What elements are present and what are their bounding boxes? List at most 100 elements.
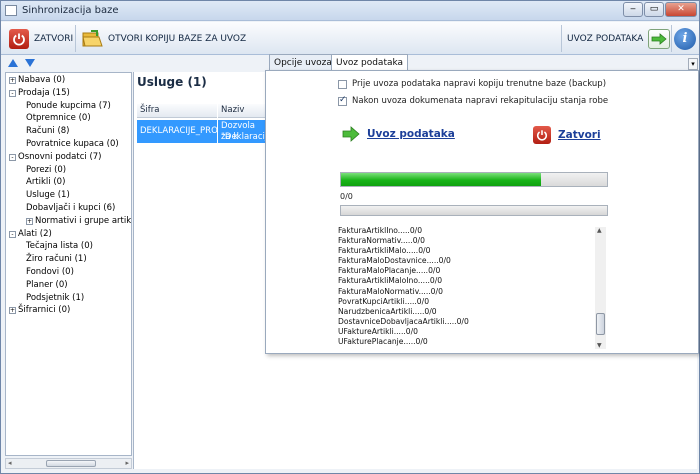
recap-checkbox[interactable]: Nakon uvoza dokumenata napravi rekapitul… [338, 95, 609, 106]
tree-item-label: Povratnice kupaca (0) [26, 139, 119, 149]
close-button[interactable]: ZATVORI [9, 26, 73, 51]
recap-checkbox-box[interactable] [338, 95, 347, 106]
close-window-button[interactable]: ✕ [665, 2, 697, 17]
tree-item-label: Artikli (0) [26, 177, 66, 188]
tree-item-label: Žiro računi (1) [26, 254, 87, 265]
info-button[interactable]: i [674, 26, 696, 51]
tree-item[interactable]: Fondovi (0) [26, 267, 74, 277]
collapse-icon[interactable]: - [9, 230, 16, 238]
tree-item-label: Osnovni podatci (7) [18, 151, 102, 162]
folder-open-icon [81, 29, 103, 49]
import-data-toolbar-button[interactable]: UVOZ PODATAKA ▾ [567, 26, 679, 51]
main-progress-bar [340, 172, 608, 187]
log-line: FakturaArtiklIno.....0/0 [338, 226, 423, 235]
table-cell-sifra[interactable]: DEKLARACIJE_PRO [137, 120, 217, 143]
toolbar: ZATVORI OTVORI KOPIJU BAZE ZA UVOZ UVOZ … [1, 22, 699, 55]
navigation-tree: + Nabava (0) - Prodaja (15) Ponude kupcima (… [5, 72, 132, 456]
tree-item-label: Ponude kupcima (7) [26, 100, 111, 111]
tree-item-label: Računi (8) [26, 126, 70, 137]
dialog-close-label: Zatvori [558, 129, 601, 141]
tree-item[interactable]: +Normativi i grupe artikala (0) [26, 215, 132, 226]
info-icon: i [674, 27, 696, 50]
tree-item-label: Tečajna lista (0) [26, 241, 93, 252]
tab-import-options[interactable]: Opcije uvoza [269, 54, 337, 71]
backup-checkbox-label: Prije uvoza podataka napravi kopiju tren… [352, 79, 607, 89]
tree-item-label: Nabava (0) [18, 75, 66, 85]
tree-item[interactable]: Računi (8) [26, 126, 69, 136]
tree-item[interactable]: Ponude kupcima (7) [26, 101, 111, 111]
table-cell-naziv[interactable]: Dozvola za k "Deklaracije [218, 120, 266, 143]
tree-item[interactable]: Podsjetnik (1) [26, 293, 84, 303]
toolbar-separator [75, 25, 76, 52]
tree-item[interactable]: Otpremnice (0) [26, 113, 91, 123]
scroll-down-icon[interactable]: ▼ [597, 342, 602, 349]
expand-icon[interactable]: + [9, 307, 16, 315]
tree-item[interactable]: - Prodaja (15) [9, 88, 70, 98]
tree-item[interactable]: Porezi (0) [26, 165, 66, 175]
title-bar: Sinhronizacija baze ‒ ▭ ✕ [1, 1, 699, 21]
dialog-close-button[interactable]: Zatvori [533, 126, 601, 144]
tree-item-label: Podsjetnik (1) [26, 292, 85, 303]
scroll-thumb[interactable] [596, 313, 605, 335]
tree-item[interactable]: Planer (0) [26, 280, 68, 290]
log-vertical-scrollbar[interactable]: ▲ ▼ [595, 227, 606, 349]
arrow-down-icon[interactable] [25, 59, 35, 67]
column-header-sifra[interactable]: Šifra [137, 104, 217, 118]
tree-item-label: Dobavljači i kupci (6) [26, 203, 116, 213]
log-line: PovratDobavljaciArtikli.....0/0 [338, 347, 608, 348]
scroll-up-icon[interactable]: ▲ [597, 227, 602, 234]
table-cell-naziv-line1: Dozvola za k [221, 121, 256, 142]
import-dialog: Opcije uvoza Uvoz podataka Prije uvoza p… [265, 54, 699, 354]
log-line: FakturaMaloDostavnice.....0/0 [338, 256, 451, 266]
progress-ratio: 0/0 [340, 192, 353, 201]
open-copy-button[interactable]: OTVORI KOPIJU BAZE ZA UVOZ [81, 26, 246, 51]
tree-item[interactable]: Dobavljači i kupci (6) [26, 203, 115, 213]
tree-item[interactable]: - Alati (2) [9, 229, 52, 239]
import-arrow-icon [648, 28, 671, 49]
tree-item-label: Porezi (0) [26, 164, 67, 175]
tree-horizontal-scrollbar[interactable]: ◂ ▸ [5, 458, 132, 469]
app-icon [5, 5, 17, 16]
minimize-button[interactable]: ‒ [623, 2, 643, 17]
tree-item-label: Šifrarnici (0) [18, 305, 71, 316]
toolbar-separator [671, 25, 672, 52]
log-line: NarudzbenicaArtikli.....0/0 [338, 306, 437, 316]
backup-checkbox[interactable]: Prije uvoza podataka napravi kopiju tren… [338, 79, 606, 89]
arrow-up-icon[interactable] [8, 59, 18, 67]
tree-item-label: Normativi i grupe artikala (0) [35, 215, 132, 226]
import-data-panel: Prije uvoza podataka napravi kopiju tren… [265, 70, 699, 354]
column-header-naziv[interactable]: Naziv [218, 104, 266, 118]
tree-item[interactable]: + Šifrarnici (0) [9, 305, 70, 315]
tree-item-label: Otpremnice (0) [26, 113, 91, 124]
log-line: FakturaMaloPlacanje.....0/0 [338, 266, 441, 276]
start-import-button[interactable]: Uvoz podataka [342, 126, 455, 142]
backup-checkbox-box[interactable] [338, 79, 347, 89]
tree-item[interactable]: Artikli (0) [26, 177, 65, 187]
tree-item[interactable]: Povratnice kupaca (0) [26, 139, 119, 149]
main-progress-fill [341, 173, 541, 186]
collapse-icon[interactable]: - [9, 153, 16, 161]
log-line: PovratKupciArtikli.....0/0 [338, 296, 430, 306]
scroll-thumb[interactable] [46, 460, 96, 467]
log-line: FakturaArtikliMalo.....0/0 [338, 246, 431, 256]
recap-checkbox-label: Nakon uvoza dokumenata napravi rekapitul… [352, 96, 609, 106]
tree-item[interactable]: Usluge (1) [26, 190, 70, 200]
tree-item[interactable]: - Osnovni podatci (7) [9, 152, 102, 162]
tree-item[interactable]: Tečajna lista (0) [26, 241, 93, 251]
maximize-button[interactable]: ▭ [644, 2, 664, 17]
log-line: FakturaMaloNormativ.....0/0 [338, 286, 443, 296]
expand-icon[interactable]: + [26, 217, 33, 225]
scroll-left-icon[interactable]: ◂ [8, 459, 12, 467]
log-line: UFaktureArtikli.....0/0 [338, 326, 419, 336]
log-line: FakturaNormativ.....0/0 [338, 236, 425, 246]
log-line: UFakturePlacanje.....0/0 [338, 337, 428, 347]
close-button-label: ZATVORI [34, 33, 74, 44]
scroll-right-icon[interactable]: ▸ [125, 459, 129, 467]
tree-item[interactable]: Žiro računi (1) [26, 254, 87, 264]
collapse-icon[interactable]: - [9, 89, 16, 97]
tree-item[interactable]: + Nabava (0) [9, 75, 65, 85]
start-import-label: Uvoz podataka [367, 128, 455, 140]
expand-icon[interactable]: + [9, 77, 16, 84]
tree-item-label: Alati (2) [18, 228, 52, 239]
page-title: Usluge (1) [137, 75, 207, 89]
